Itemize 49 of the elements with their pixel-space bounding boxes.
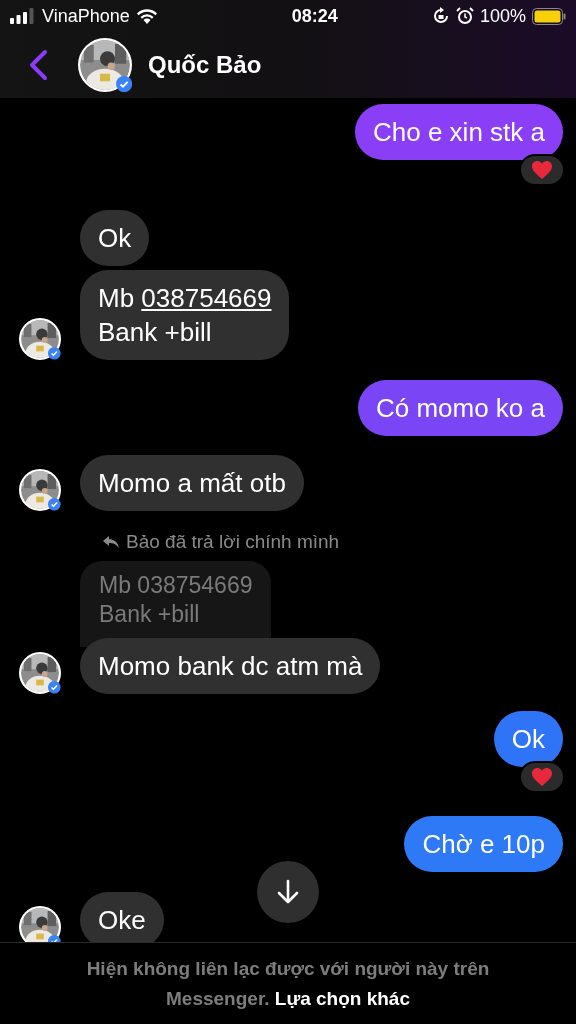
verified-badge-icon: [48, 347, 61, 360]
avatar[interactable]: [19, 469, 61, 511]
rotation-lock-icon: [431, 7, 450, 25]
heart-icon: [531, 767, 553, 787]
avatar[interactable]: [19, 318, 61, 360]
back-icon: [28, 49, 48, 81]
reply-icon: [102, 535, 120, 549]
message-text: Oke: [98, 904, 146, 937]
message-text: Momo bank dc atm mà: [98, 650, 363, 683]
signal-icon: [10, 8, 36, 24]
quoted-text: Mb 038754669: [99, 571, 253, 600]
message-bubble[interactable]: Ok: [493, 711, 563, 767]
message-text: Ok: [98, 222, 132, 255]
message-bubble[interactable]: Cho e xin stk a: [355, 104, 563, 160]
message-text: Mb 038754669: [98, 282, 272, 315]
reply-label: Bảo đã trả lời chính mình: [126, 529, 340, 554]
message-bubble[interactable]: Momo bank dc atm mà: [80, 638, 381, 694]
alarm-icon: [455, 7, 474, 25]
message-text: Cho e xin stk a: [373, 116, 545, 149]
quoted-message[interactable]: Mb 038754669 Bank +bill: [80, 561, 272, 647]
verified-badge-icon: [48, 681, 61, 694]
avatar[interactable]: [19, 906, 61, 942]
reaction-badge[interactable]: [519, 761, 565, 793]
battery-icon: [532, 7, 566, 25]
unavailable-notice: Hiện không liên lạc được với người này trên Messenger. Lựa chọn khác: [85, 956, 491, 1011]
message-text: Bank +bill: [98, 316, 213, 349]
message-bubble[interactable]: Oke: [80, 892, 164, 942]
message-bubble[interactable]: Mb 038754669 Bank +bill: [80, 270, 290, 360]
heart-icon: [531, 160, 553, 180]
other-options-link[interactable]: Lựa chọn khác: [274, 987, 410, 1009]
wifi-icon: [135, 8, 158, 24]
quoted-text: Bank +bill: [99, 600, 201, 629]
battery-percent: 100%: [479, 4, 526, 28]
message-bubble[interactable]: Có momo ko a: [357, 380, 563, 436]
avatar[interactable]: [19, 652, 61, 694]
message-text: Ok: [511, 723, 545, 756]
clock-time: 08:24: [291, 4, 338, 28]
message-text: Momo a mất otb: [98, 467, 286, 500]
avatar[interactable]: [78, 38, 132, 92]
message-text: Chờ e 10p: [422, 828, 545, 861]
verified-badge-icon: [48, 498, 61, 511]
contact-name[interactable]: Quốc Bảo: [148, 47, 262, 83]
message-bubble[interactable]: Chờ e 10p: [404, 816, 563, 872]
message-bubble[interactable]: Momo a mất otb: [80, 455, 304, 511]
message-text: Có momo ko a: [375, 392, 545, 425]
phone-link[interactable]: 038754669: [141, 283, 272, 313]
arrow-down-icon: [276, 879, 300, 905]
carrier-name: VinaPhone: [42, 4, 130, 28]
message-bubble[interactable]: Ok: [80, 210, 150, 266]
